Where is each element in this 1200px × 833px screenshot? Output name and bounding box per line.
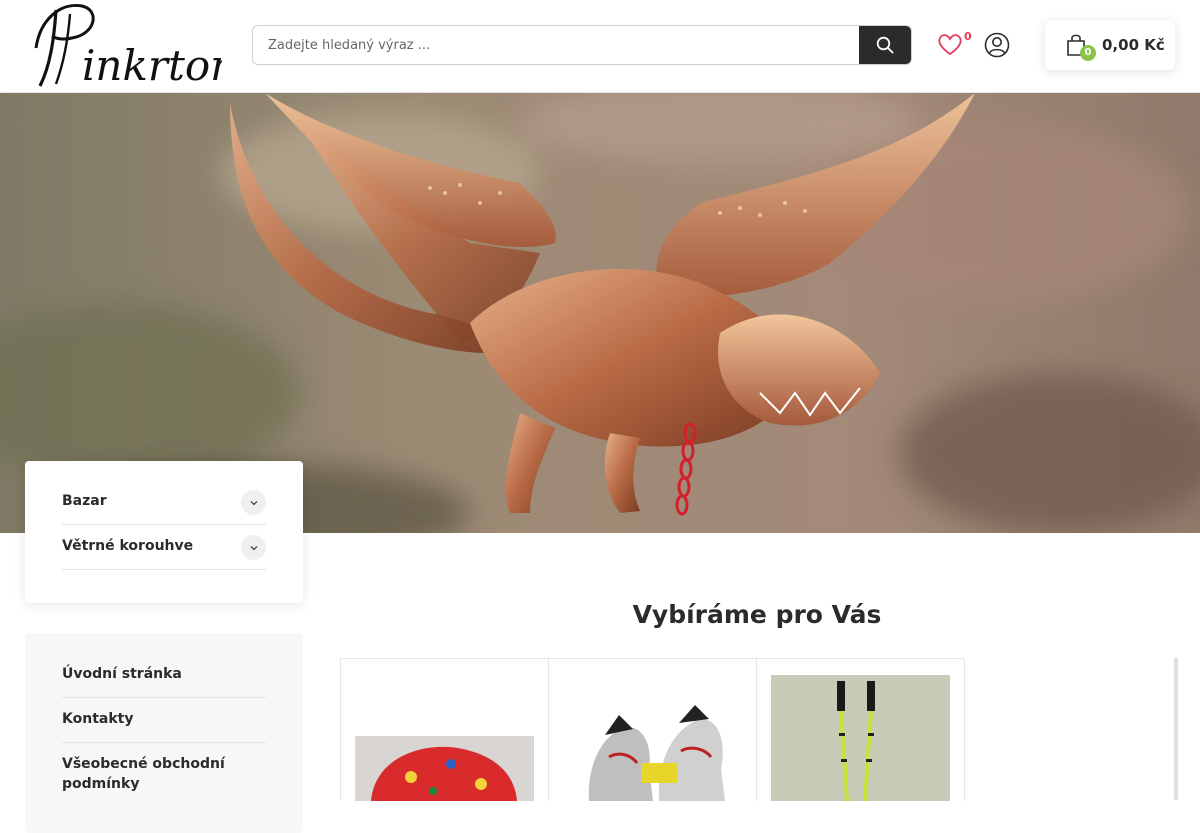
search-icon [876,36,894,54]
cart-button[interactable]: 0 0,00 Kč [1045,20,1175,70]
product-card[interactable] [757,659,965,801]
wishlist-button[interactable] [936,30,966,60]
info-link-contacts[interactable]: Kontakty [62,698,266,743]
product-card[interactable] [341,659,549,801]
search-button[interactable] [859,26,911,64]
wishlist-count: 0 [964,30,972,43]
info-link-terms[interactable]: Všeobecné obchodní podmínky [62,743,266,807]
chevron-down-icon [250,500,257,505]
site-logo[interactable]: inkrton [26,0,237,92]
expand-button[interactable] [241,490,266,515]
product-card[interactable] [549,659,757,801]
ski-boots-image [588,705,725,801]
info-links-menu: Úvodní stránka Kontakty Všeobecné obchod… [25,633,303,833]
category-item-bazar[interactable]: Bazar [62,481,266,525]
chevron-down-icon [250,545,257,550]
category-label: Větrné korouhve [62,538,194,554]
cart-total: 0,00 Kč [1102,36,1165,54]
info-link-home[interactable]: Úvodní stránka [62,653,266,698]
svg-text:inkrton: inkrton [82,41,222,90]
category-menu: Bazar Větrné korouhve [25,461,303,603]
heart-icon [938,34,962,56]
expand-button[interactable] [241,535,266,560]
info-link-label: Úvodní stránka [62,666,182,682]
category-item-vetrne-korouhve[interactable]: Větrné korouhve [62,526,266,570]
product-carousel [340,658,965,801]
account-button[interactable] [983,31,1011,59]
search-input[interactable] [253,26,860,64]
info-link-label: Všeobecné obchodní podmínky [62,756,225,792]
ski-poles-image [771,675,950,801]
carousel-edge [1174,658,1178,800]
cart-count-badge: 0 [1080,45,1096,61]
site-header: inkrton 0 0 0,00 Kč [0,0,1200,93]
search-box [252,25,912,65]
section-title: Vybíráme pro Vás [632,600,882,629]
category-label: Bazar [62,493,107,509]
user-icon [984,32,1010,58]
helmet-image [355,736,534,801]
info-link-label: Kontakty [62,711,134,727]
